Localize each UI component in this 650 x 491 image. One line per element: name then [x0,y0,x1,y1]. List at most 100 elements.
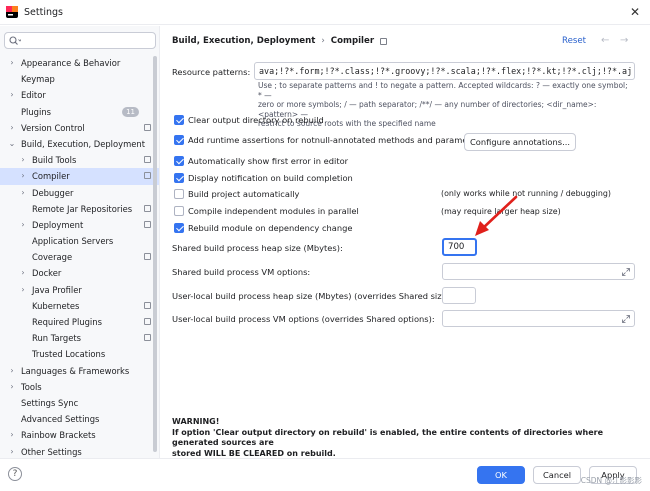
sidebar-item-java-profiler[interactable]: › Java Profiler [0,282,159,298]
heap-size-value: 700 [448,242,465,252]
chevron-right-icon[interactable]: › [8,363,16,379]
sidebar-item-label: Deployment [32,219,84,230]
reset-link[interactable]: Reset [562,36,586,46]
close-icon[interactable]: ✕ [628,5,642,19]
compiler-settings-panel: Build, Execution, Deployment › Compiler … [161,26,650,458]
chevron-right-icon[interactable]: › [19,282,27,298]
option-build-project-automatically[interactable]: Build project automatically [174,187,299,201]
back-arrow-icon[interactable]: ← [601,35,609,46]
expand-icon[interactable] [622,315,630,323]
sidebar-item-plugins[interactable]: Plugins 11 [0,104,159,120]
project-settings-icon [144,172,151,180]
intellij-app-icon [6,6,18,18]
warning-text: If option 'Clear output directory on reb… [172,427,604,448]
sidebar-item-tools[interactable]: › Tools [0,379,159,395]
sidebar-item-required-plugins[interactable]: Required Plugins [0,314,159,330]
vm-options-input[interactable] [442,263,635,280]
sidebar-item-label: Build Tools [32,155,77,166]
chevron-down-icon[interactable]: ⌄ [8,136,16,152]
user-heap-size-input[interactable] [442,287,476,304]
sidebar-item-debugger[interactable]: › Debugger [0,185,159,201]
user-heap-size-label: User-local build process heap size (Mbyt… [172,291,453,301]
project-settings-icon [144,301,151,309]
annotation-arrow-icon [475,195,518,236]
chevron-right-icon[interactable]: › [19,265,27,281]
sidebar-item-label: Compiler [32,171,70,182]
chevron-right-icon[interactable]: › [8,87,16,103]
checkbox-checked[interactable] [174,156,184,166]
sidebar-item-appearance-behavior[interactable]: › Appearance & Behavior [0,55,159,71]
checkbox-checked[interactable] [174,115,184,125]
resource-patterns-input[interactable]: ava;!?*.form;!?*.class;!?*.groovy;!?*.sc… [254,62,635,80]
checkbox-checked[interactable] [174,173,184,183]
chevron-right-icon[interactable]: › [19,168,27,184]
heap-size-input[interactable]: 700 [442,238,477,256]
help-icon[interactable]: ? [8,467,22,481]
sidebar-item-run-targets[interactable]: Run Targets [0,330,159,346]
checkbox-unchecked[interactable] [174,189,184,199]
project-settings-icon [144,123,151,131]
option-label: Display notification on build completion [188,173,353,183]
sidebar-item-label: Required Plugins [32,317,102,327]
sidebar-item-label: Keymap [21,74,55,85]
sidebar-item-rainbow-brackets[interactable]: › Rainbow Brackets [0,427,159,443]
sidebar-item-editor[interactable]: › Editor [0,87,159,103]
window-title: Settings [24,7,63,18]
chevron-right-icon[interactable]: › [19,185,27,201]
option-compile-independent-modules-in-parallel[interactable]: Compile independent modules in parallel [174,204,359,218]
option-add-runtime-assertions-for-notnull-annotated-methods-and-parameters[interactable]: Add runtime assertions for notnull-annot… [174,133,484,147]
warning-title: WARNING! [172,417,220,426]
sidebar-item-docker[interactable]: › Docker [0,265,159,281]
configure-annotations-button[interactable]: Configure annotations... [464,133,576,151]
sidebar-item-advanced-settings[interactable]: Advanced Settings [0,411,159,427]
sidebar-item-label: Run Targets [32,333,81,344]
checkbox-checked[interactable] [174,223,184,233]
sidebar-item-label: Coverage [32,252,73,263]
sidebar-item-settings-sync[interactable]: Settings Sync [0,395,159,411]
sidebar-item-version-control[interactable]: › Version Control [0,120,159,136]
ok-button[interactable]: OK [477,466,525,484]
sidebar-item-build-execution-deployment[interactable]: ⌄ Build, Execution, Deployment [0,136,159,152]
sidebar-scrollbar[interactable] [153,56,157,452]
expand-icon[interactable] [622,268,630,276]
breadcrumb-separator: › [321,36,325,46]
chevron-right-icon[interactable]: › [19,217,27,233]
sidebar-item-coverage[interactable]: Coverage [0,249,159,265]
option-label: Automatically show first error in editor [188,156,349,166]
option-clear-output-directory-on-rebuild[interactable]: Clear output directory on rebuild [174,113,324,127]
forward-arrow-icon[interactable]: → [620,35,628,46]
title-bar: Settings ✕ [0,0,650,25]
option-display-notification-on-build-completion[interactable]: Display notification on build completion [174,171,353,185]
checkbox-checked[interactable] [174,135,184,145]
sidebar-item-remote-jar-repositories[interactable]: Remote Jar Repositories [0,201,159,217]
user-vm-options-label: User-local build process VM options (ove… [172,314,435,324]
sidebar-item-label: Remote Jar Repositories [32,203,133,214]
sidebar-item-kubernetes[interactable]: Kubernetes [0,298,159,314]
sidebar-item-label: Tools [21,381,42,392]
sidebar-item-trusted-locations[interactable]: Trusted Locations [0,346,159,362]
sidebar-item-deployment[interactable]: › Deployment [0,217,159,233]
sidebar-item-keymap[interactable]: Keymap [0,71,159,87]
option-automatically-show-first-error-in-editor[interactable]: Automatically show first error in editor [174,154,348,168]
cancel-button[interactable]: Cancel [533,466,581,484]
search-input[interactable] [4,32,156,49]
sidebar-item-application-servers[interactable]: Application Servers [0,233,159,249]
chevron-right-icon[interactable]: › [8,379,16,395]
sidebar-item-label: Docker [32,268,62,279]
checkbox-unchecked[interactable] [174,206,184,216]
sidebar-item-label: Debugger [32,187,74,198]
chevron-right-icon[interactable]: › [8,427,16,443]
breadcrumb-parent[interactable]: Build, Execution, Deployment [172,36,315,46]
sidebar-item-label: Advanced Settings [21,414,100,425]
sidebar-item-compiler[interactable]: › Compiler [0,168,159,185]
option-label: Clear output directory on rebuild [188,115,324,125]
user-vm-options-input[interactable] [442,310,635,327]
sidebar-item-build-tools[interactable]: › Build Tools [0,152,159,168]
option-rebuild-module-on-dependency-change[interactable]: Rebuild module on dependency change [174,221,353,235]
sidebar-item-label: Java Profiler [32,284,82,295]
chevron-right-icon[interactable]: › [19,152,27,168]
settings-tree: › Appearance & Behavior Keymap › Editor Plugi… [0,55,159,460]
sidebar-item-languages-frameworks[interactable]: › Languages & Frameworks [0,363,159,379]
chevron-right-icon[interactable]: › [8,55,16,71]
chevron-right-icon[interactable]: › [8,120,16,136]
